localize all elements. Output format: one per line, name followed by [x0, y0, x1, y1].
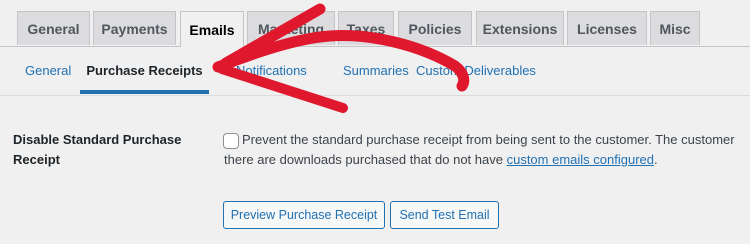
subnav-general[interactable]: General — [25, 47, 71, 94]
tab-policies[interactable]: Policies — [398, 11, 472, 45]
disable-receipt-label: Disable Standard Purchase Receipt — [13, 132, 182, 167]
settings-tab-bar: General Payments Emails Marketing Taxes … — [0, 0, 750, 47]
description-suffix: . — [654, 152, 658, 167]
description-line-2-text: there are downloads purchased that do no… — [224, 152, 507, 167]
preview-receipt-button[interactable]: Preview Purchase Receipt — [223, 201, 385, 229]
tab-misc[interactable]: Misc — [650, 11, 700, 45]
subnav-custom-deliverables[interactable]: Custom Deliverables — [416, 47, 536, 94]
send-test-email-button[interactable]: Send Test Email — [390, 201, 499, 229]
tab-emails[interactable]: Emails — [180, 11, 244, 47]
subnav-summaries[interactable]: Summaries — [343, 47, 409, 94]
custom-emails-link[interactable]: custom emails configured — [507, 152, 654, 167]
email-subnav: General Purchase Receipts Notifications … — [0, 47, 750, 96]
tab-licenses[interactable]: Licenses — [567, 11, 647, 45]
tab-taxes[interactable]: Taxes — [338, 11, 394, 45]
description-line-2: there are downloads purchased that do no… — [224, 150, 750, 170]
tab-marketing[interactable]: Marketing — [247, 11, 335, 45]
tab-general[interactable]: General — [17, 11, 90, 45]
subnav-purchase-receipts[interactable]: Purchase Receipts — [80, 47, 209, 94]
tab-payments[interactable]: Payments — [93, 11, 176, 45]
disable-receipt-checkbox[interactable] — [223, 133, 239, 149]
tab-extensions[interactable]: Extensions — [476, 11, 564, 45]
subnav-notifications[interactable]: Notifications — [236, 47, 307, 94]
description-line-1: Prevent the standard purchase receipt fr… — [242, 132, 735, 147]
disable-receipt-description: Prevent the standard purchase receipt fr… — [224, 130, 750, 170]
